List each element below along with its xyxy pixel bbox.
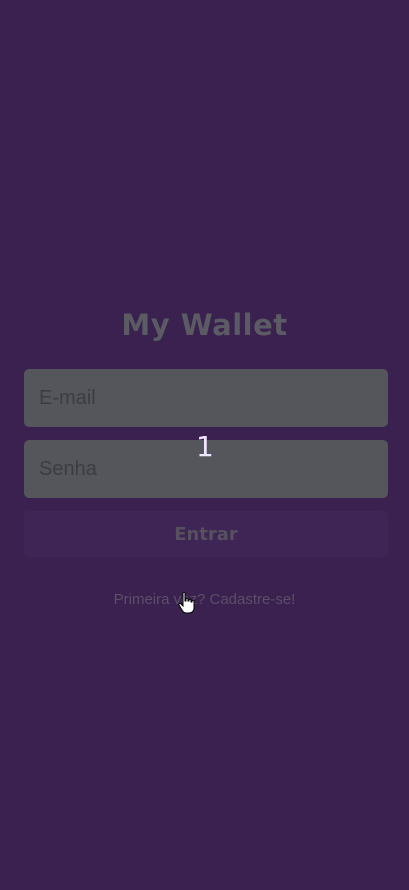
step-marker: 1 — [196, 430, 214, 463]
app-title: My Wallet — [121, 308, 288, 342]
email-input[interactable] — [24, 369, 388, 427]
signup-link[interactable]: Primeira vez? Cadastre-se! — [0, 591, 409, 608]
login-button[interactable]: Entrar — [24, 511, 388, 557]
hand-pointer-icon — [178, 592, 195, 614]
